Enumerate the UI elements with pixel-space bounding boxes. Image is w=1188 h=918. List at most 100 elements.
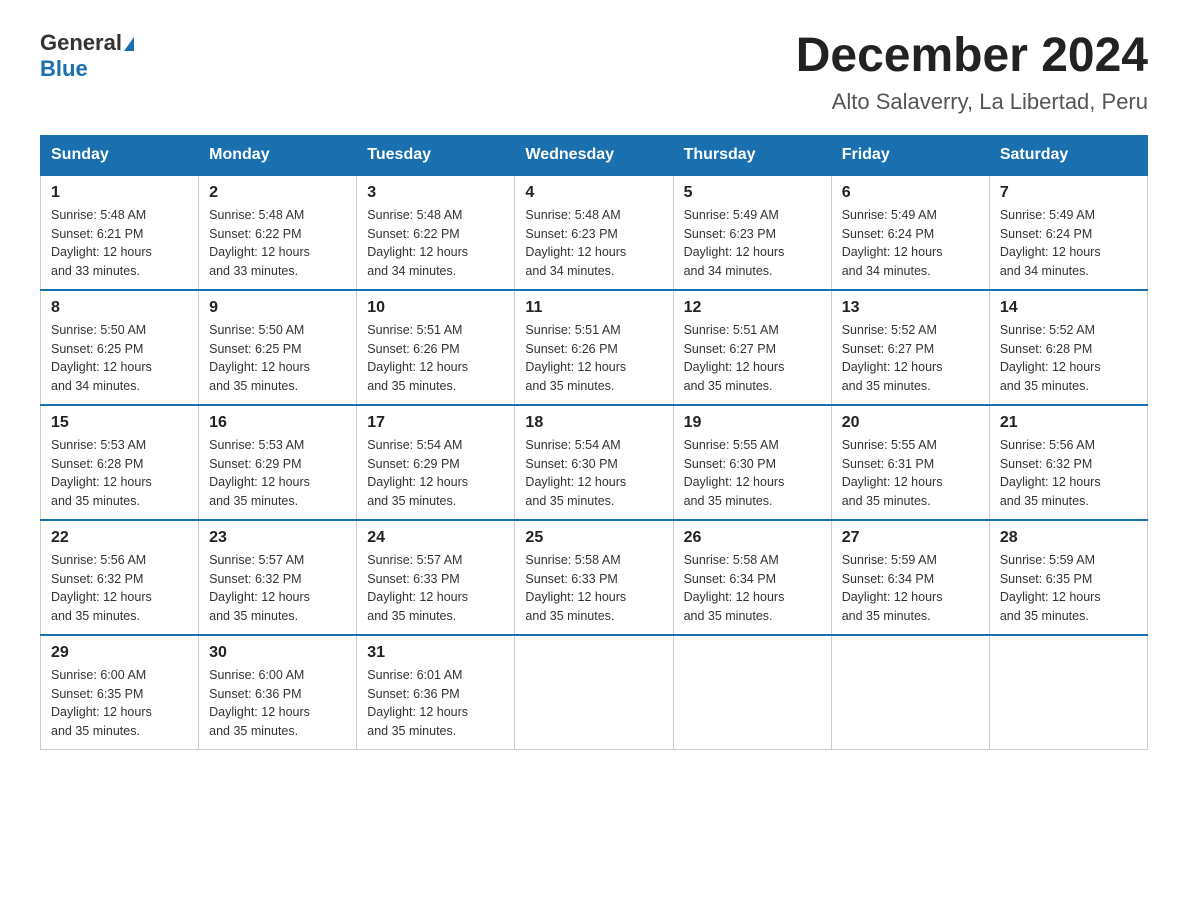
calendar-cell: 18Sunrise: 5:54 AM Sunset: 6:30 PM Dayli… xyxy=(515,405,673,520)
calendar-cell: 24Sunrise: 5:57 AM Sunset: 6:33 PM Dayli… xyxy=(357,520,515,635)
calendar-cell: 23 Sunrise: 5:57 AM Sunset: 6:32 PM Dayli… xyxy=(199,520,357,635)
day-number: 12 xyxy=(684,299,821,317)
day-number: 5 xyxy=(684,184,821,202)
day-info: Sunrise: 5:49 AM Sunset: 6:24 PM Dayligh… xyxy=(842,206,979,281)
day-info: Sunrise: 5:58 AM Sunset: 6:34 PM Dayligh… xyxy=(684,551,821,626)
calendar-cell: 10Sunrise: 5:51 AM Sunset: 6:26 PM Dayli… xyxy=(357,290,515,405)
day-number: 27 xyxy=(842,529,979,547)
day-number: 13 xyxy=(842,299,979,317)
calendar-table: SundayMondayTuesdayWednesdayThursdayFrid… xyxy=(40,135,1148,750)
week-row-4: 22 Sunrise: 5:56 AM Sunset: 6:32 PM Dayli… xyxy=(41,520,1148,635)
day-info: Sunrise: 5:53 AM Sunset: 6:28 PM Dayligh… xyxy=(51,436,188,511)
day-number: 7 xyxy=(1000,184,1137,202)
calendar-cell: 25Sunrise: 5:58 AM Sunset: 6:33 PM Dayli… xyxy=(515,520,673,635)
calendar-cell: 6 Sunrise: 5:49 AM Sunset: 6:24 PM Daylig… xyxy=(831,175,989,290)
calendar-cell: 28 Sunrise: 5:59 AM Sunset: 6:35 PM Dayli… xyxy=(989,520,1147,635)
calendar-cell: 16 Sunrise: 5:53 AM Sunset: 6:29 PM Dayli… xyxy=(199,405,357,520)
day-info: Sunrise: 5:48 AM Sunset: 6:22 PM Dayligh… xyxy=(209,206,346,281)
calendar-cell: 9 Sunrise: 5:50 AM Sunset: 6:25 PM Daylig… xyxy=(199,290,357,405)
title-area: December 2024 Alto Salaverry, La Liberta… xyxy=(796,30,1148,115)
subtitle: Alto Salaverry, La Libertad, Peru xyxy=(796,89,1148,115)
calendar-cell: 2 Sunrise: 5:48 AM Sunset: 6:22 PM Daylig… xyxy=(199,175,357,290)
day-number: 2 xyxy=(209,184,346,202)
calendar-cell xyxy=(515,635,673,750)
day-number: 21 xyxy=(1000,414,1137,432)
header-tuesday: Tuesday xyxy=(357,135,515,175)
day-number: 26 xyxy=(684,529,821,547)
calendar-cell: 19 Sunrise: 5:55 AM Sunset: 6:30 PM Dayli… xyxy=(673,405,831,520)
header-friday: Friday xyxy=(831,135,989,175)
day-info: Sunrise: 6:00 AM Sunset: 6:36 PM Dayligh… xyxy=(209,666,346,741)
header-sunday: Sunday xyxy=(41,135,199,175)
day-info: Sunrise: 5:55 AM Sunset: 6:31 PM Dayligh… xyxy=(842,436,979,511)
day-info: Sunrise: 5:48 AM Sunset: 6:22 PM Dayligh… xyxy=(367,206,504,281)
day-number: 10 xyxy=(367,299,504,317)
calendar-cell: 20 Sunrise: 5:55 AM Sunset: 6:31 PM Dayli… xyxy=(831,405,989,520)
day-info: Sunrise: 5:49 AM Sunset: 6:24 PM Dayligh… xyxy=(1000,206,1137,281)
day-info: Sunrise: 5:50 AM Sunset: 6:25 PM Dayligh… xyxy=(209,321,346,396)
day-number: 28 xyxy=(1000,529,1137,547)
day-number: 1 xyxy=(51,184,188,202)
day-number: 4 xyxy=(525,184,662,202)
header-saturday: Saturday xyxy=(989,135,1147,175)
logo: General Blue xyxy=(40,30,134,83)
calendar-cell: 1Sunrise: 5:48 AM Sunset: 6:21 PM Daylig… xyxy=(41,175,199,290)
day-info: Sunrise: 6:01 AM Sunset: 6:36 PM Dayligh… xyxy=(367,666,504,741)
calendar-cell: 17 Sunrise: 5:54 AM Sunset: 6:29 PM Dayli… xyxy=(357,405,515,520)
header-wednesday: Wednesday xyxy=(515,135,673,175)
day-info: Sunrise: 5:48 AM Sunset: 6:23 PM Dayligh… xyxy=(525,206,662,281)
calendar-cell: 31 Sunrise: 6:01 AM Sunset: 6:36 PM Dayli… xyxy=(357,635,515,750)
calendar-cell: 4 Sunrise: 5:48 AM Sunset: 6:23 PM Daylig… xyxy=(515,175,673,290)
logo-triangle-icon xyxy=(124,37,134,51)
day-number: 15 xyxy=(51,414,188,432)
week-row-2: 8 Sunrise: 5:50 AM Sunset: 6:25 PM Daylig… xyxy=(41,290,1148,405)
main-title: December 2024 xyxy=(796,30,1148,83)
day-info: Sunrise: 5:59 AM Sunset: 6:34 PM Dayligh… xyxy=(842,551,979,626)
day-number: 20 xyxy=(842,414,979,432)
day-info: Sunrise: 5:51 AM Sunset: 6:26 PM Dayligh… xyxy=(525,321,662,396)
day-number: 30 xyxy=(209,644,346,662)
day-number: 25 xyxy=(525,529,662,547)
day-info: Sunrise: 5:54 AM Sunset: 6:29 PM Dayligh… xyxy=(367,436,504,511)
day-number: 31 xyxy=(367,644,504,662)
week-row-3: 15 Sunrise: 5:53 AM Sunset: 6:28 PM Dayli… xyxy=(41,405,1148,520)
calendar-cell: 22 Sunrise: 5:56 AM Sunset: 6:32 PM Dayli… xyxy=(41,520,199,635)
day-number: 19 xyxy=(684,414,821,432)
calendar-cell: 11Sunrise: 5:51 AM Sunset: 6:26 PM Dayli… xyxy=(515,290,673,405)
day-number: 29 xyxy=(51,644,188,662)
day-info: Sunrise: 5:57 AM Sunset: 6:32 PM Dayligh… xyxy=(209,551,346,626)
day-number: 23 xyxy=(209,529,346,547)
day-number: 18 xyxy=(525,414,662,432)
calendar-cell: 14 Sunrise: 5:52 AM Sunset: 6:28 PM Dayli… xyxy=(989,290,1147,405)
day-info: Sunrise: 6:00 AM Sunset: 6:35 PM Dayligh… xyxy=(51,666,188,741)
calendar-cell: 13 Sunrise: 5:52 AM Sunset: 6:27 PM Dayli… xyxy=(831,290,989,405)
day-info: Sunrise: 5:59 AM Sunset: 6:35 PM Dayligh… xyxy=(1000,551,1137,626)
day-info: Sunrise: 5:56 AM Sunset: 6:32 PM Dayligh… xyxy=(1000,436,1137,511)
calendar-cell xyxy=(831,635,989,750)
calendar-cell: 3 Sunrise: 5:48 AM Sunset: 6:22 PM Daylig… xyxy=(357,175,515,290)
logo-general: General xyxy=(40,30,122,55)
header: General Blue December 2024 Alto Salaverr… xyxy=(40,30,1148,115)
day-info: Sunrise: 5:55 AM Sunset: 6:30 PM Dayligh… xyxy=(684,436,821,511)
day-number: 14 xyxy=(1000,299,1137,317)
day-number: 9 xyxy=(209,299,346,317)
header-monday: Monday xyxy=(199,135,357,175)
header-thursday: Thursday xyxy=(673,135,831,175)
calendar-cell: 12Sunrise: 5:51 AM Sunset: 6:27 PM Dayli… xyxy=(673,290,831,405)
day-number: 24 xyxy=(367,529,504,547)
day-info: Sunrise: 5:52 AM Sunset: 6:27 PM Dayligh… xyxy=(842,321,979,396)
day-info: Sunrise: 5:56 AM Sunset: 6:32 PM Dayligh… xyxy=(51,551,188,626)
day-info: Sunrise: 5:53 AM Sunset: 6:29 PM Dayligh… xyxy=(209,436,346,511)
day-info: Sunrise: 5:49 AM Sunset: 6:23 PM Dayligh… xyxy=(684,206,821,281)
day-number: 16 xyxy=(209,414,346,432)
calendar-cell: 30 Sunrise: 6:00 AM Sunset: 6:36 PM Dayli… xyxy=(199,635,357,750)
calendar-cell: 7 Sunrise: 5:49 AM Sunset: 6:24 PM Daylig… xyxy=(989,175,1147,290)
day-number: 22 xyxy=(51,529,188,547)
day-number: 3 xyxy=(367,184,504,202)
day-number: 6 xyxy=(842,184,979,202)
calendar-cell: 15 Sunrise: 5:53 AM Sunset: 6:28 PM Dayli… xyxy=(41,405,199,520)
calendar-cell: 26 Sunrise: 5:58 AM Sunset: 6:34 PM Dayli… xyxy=(673,520,831,635)
day-number: 8 xyxy=(51,299,188,317)
day-number: 17 xyxy=(367,414,504,432)
day-info: Sunrise: 5:52 AM Sunset: 6:28 PM Dayligh… xyxy=(1000,321,1137,396)
